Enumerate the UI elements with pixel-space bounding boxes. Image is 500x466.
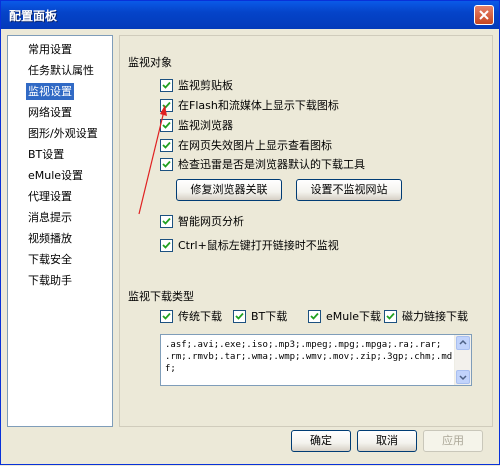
sidebar-item-video-playback[interactable]: 视频播放 — [26, 230, 74, 247]
arrow-down-icon — [459, 375, 467, 381]
monitor-clipboard-checkbox[interactable] — [160, 79, 173, 92]
apply-button[interactable]: 应用 — [423, 430, 483, 452]
sidebar-item-monitor[interactable]: 监视设置 — [26, 83, 74, 100]
checkmark-icon — [162, 160, 171, 168]
monitor-section-label: 监视对象 — [128, 56, 172, 69]
checkmark-icon — [162, 241, 171, 249]
bt-download-label: BT下载 — [251, 310, 288, 323]
flash-download-icon-label: 在Flash和流媒体上显示下载图标 — [178, 99, 339, 112]
smart-page-analysis-label: 智能网页分析 — [178, 215, 244, 228]
window-title: 配置面板 — [9, 9, 58, 23]
settings-category-list[interactable]: 常用设置 任务默认属性 监视设置 网络设置 图形/外观设置 BT设置 eMule… — [7, 35, 113, 427]
sidebar-item-proxy[interactable]: 代理设置 — [26, 188, 74, 205]
sidebar-item-task-defaults[interactable]: 任务默认属性 — [26, 62, 96, 79]
title-bar[interactable]: 配置面板 — [1, 1, 499, 29]
magnet-link-download-checkbox[interactable] — [384, 310, 397, 323]
arrow-up-icon — [459, 339, 467, 345]
monitor-settings-panel: 监视对象 监视剪贴板 在Flash和流媒体上显示下载图标 监视浏览器 在网页失效… — [119, 35, 493, 427]
traditional-download-checkbox[interactable] — [160, 310, 173, 323]
close-icon — [479, 10, 489, 20]
config-panel-window: 配置面板 常用设置 任务默认属性 监视设置 网络设置 图形/外观设置 BT设置 … — [0, 0, 500, 465]
ctrl-click-no-monitor-checkbox[interactable] — [160, 239, 173, 252]
sidebar-item-emule[interactable]: eMule设置 — [26, 167, 85, 184]
checkmark-icon — [162, 141, 171, 149]
checkmark-icon — [162, 217, 171, 225]
sidebar-item-common[interactable]: 常用设置 — [26, 41, 74, 58]
download-types-section-label: 监视下载类型 — [128, 290, 194, 303]
cancel-button[interactable]: 取消 — [357, 430, 417, 452]
close-button[interactable] — [474, 5, 494, 25]
flash-download-icon-checkbox[interactable] — [160, 99, 173, 112]
ok-button[interactable]: 确定 — [291, 430, 351, 452]
checkmark-icon — [310, 312, 319, 320]
set-excluded-sites-button[interactable]: 设置不监视网站 — [296, 179, 402, 201]
file-extensions-text[interactable]: .asf;.avi;.exe;.iso;.mp3;.mpeg;.mpg;.mpg… — [165, 339, 453, 375]
sidebar-item-notifications[interactable]: 消息提示 — [26, 209, 74, 226]
checkmark-icon — [386, 312, 395, 320]
monitor-browser-label: 监视浏览器 — [178, 119, 233, 132]
sidebar-item-appearance[interactable]: 图形/外观设置 — [26, 125, 100, 142]
checkmark-icon — [235, 312, 244, 320]
smart-page-analysis-checkbox[interactable] — [160, 215, 173, 228]
default-downloader-check-checkbox[interactable] — [160, 158, 173, 171]
default-downloader-check-label: 检查迅雷是否是浏览器默认的下载工具 — [178, 158, 365, 171]
emule-download-label: eMule下载 — [326, 310, 382, 323]
checkmark-icon — [162, 81, 171, 89]
extensions-scrollbar[interactable] — [454, 335, 471, 385]
magnet-link-download-label: 磁力链接下载 — [402, 310, 468, 323]
traditional-download-label: 传统下载 — [178, 310, 222, 323]
broken-image-view-label: 在网页失效图片上显示查看图标 — [178, 139, 332, 152]
scroll-up-button[interactable] — [456, 336, 470, 350]
sidebar-item-download-assistant[interactable]: 下载助手 — [26, 272, 74, 289]
file-extensions-textarea[interactable]: .asf;.avi;.exe;.iso;.mp3;.mpeg;.mpg;.mpg… — [160, 334, 472, 386]
bt-download-checkbox[interactable] — [233, 310, 246, 323]
checkmark-icon — [162, 312, 171, 320]
sidebar-item-bt[interactable]: BT设置 — [26, 146, 66, 163]
repair-browser-association-button[interactable]: 修复浏览器关联 — [176, 179, 282, 201]
emule-download-checkbox[interactable] — [308, 310, 321, 323]
checkmark-icon — [162, 101, 171, 109]
ctrl-click-no-monitor-label: Ctrl+鼠标左键打开链接时不监视 — [178, 239, 339, 252]
scroll-down-button[interactable] — [456, 370, 470, 384]
sidebar-item-download-security[interactable]: 下载安全 — [26, 251, 74, 268]
monitor-clipboard-label: 监视剪贴板 — [178, 79, 233, 92]
monitor-browser-checkbox[interactable] — [160, 119, 173, 132]
checkmark-icon — [162, 121, 171, 129]
sidebar-item-network[interactable]: 网络设置 — [26, 104, 74, 121]
broken-image-view-checkbox[interactable] — [160, 139, 173, 152]
